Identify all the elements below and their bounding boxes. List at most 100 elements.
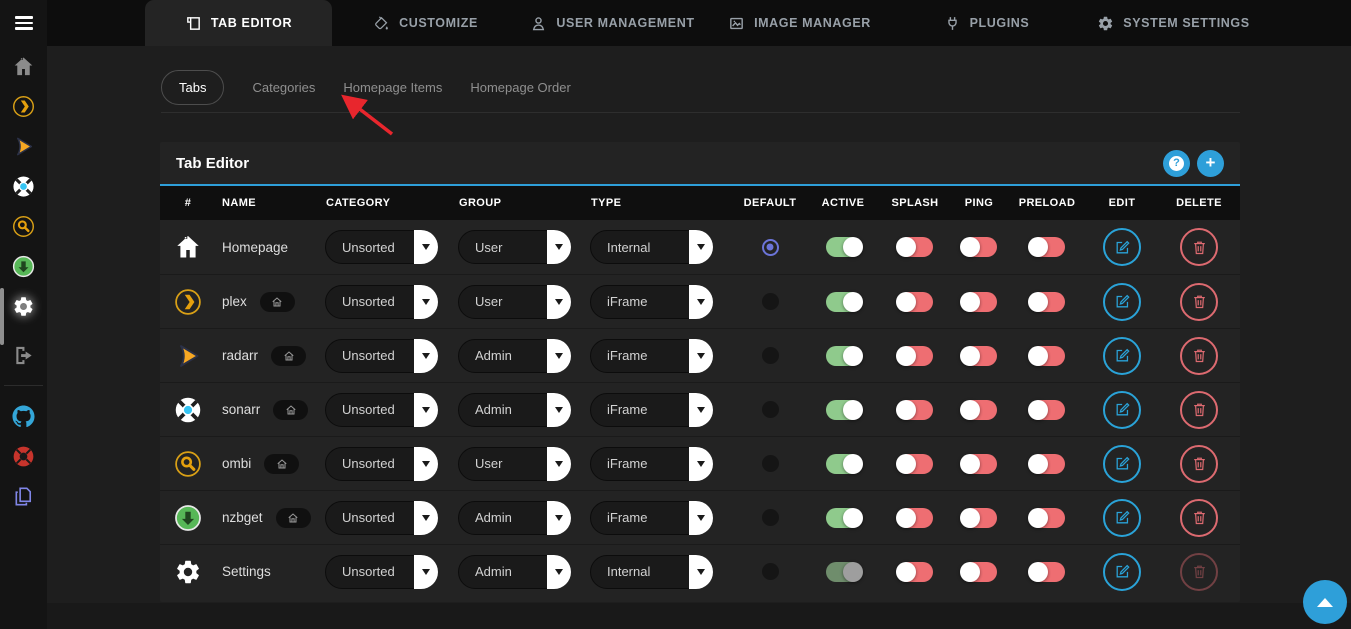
category-select[interactable]: Unsorted [325, 339, 438, 373]
tab-user-management[interactable]: USER MANAGEMENT [519, 0, 706, 46]
tab-customize[interactable]: CUSTOMIZE [332, 0, 519, 46]
splash-toggle[interactable] [898, 454, 933, 474]
delete-button[interactable] [1180, 553, 1218, 591]
active-toggle[interactable] [826, 400, 861, 420]
delete-button[interactable] [1180, 499, 1218, 537]
add-tab-button[interactable]: + [1197, 150, 1224, 177]
splash-toggle[interactable] [898, 237, 933, 257]
ping-toggle[interactable] [962, 292, 997, 312]
default-radio[interactable] [762, 455, 779, 472]
type-select[interactable]: iFrame [590, 447, 713, 481]
preload-toggle[interactable] [1030, 292, 1065, 312]
splash-toggle[interactable] [898, 292, 933, 312]
active-toggle[interactable] [826, 508, 861, 528]
hamburger-menu-button[interactable] [0, 0, 47, 46]
edit-button[interactable] [1103, 391, 1141, 429]
delete-button[interactable] [1180, 337, 1218, 375]
help-button[interactable]: ? [1163, 150, 1190, 177]
sidebar-item-settings[interactable] [0, 286, 47, 326]
splash-toggle[interactable] [898, 508, 933, 528]
category-select[interactable]: Unsorted [325, 285, 438, 319]
sidebar-item-plex[interactable] [0, 86, 47, 126]
subtab-categories[interactable]: Categories [252, 71, 315, 104]
default-radio[interactable] [762, 347, 779, 364]
edit-button[interactable] [1103, 499, 1141, 537]
subtab-homepage-order[interactable]: Homepage Order [470, 71, 570, 104]
group-select[interactable]: User [458, 285, 571, 319]
edit-button[interactable] [1103, 445, 1141, 483]
ping-toggle[interactable] [962, 562, 997, 582]
active-toggle[interactable] [826, 292, 861, 312]
active-toggle[interactable] [826, 562, 861, 582]
active-cell [806, 292, 880, 312]
preload-toggle[interactable] [1030, 508, 1065, 528]
tab-tab-editor[interactable]: TAB EDITOR [145, 0, 332, 46]
edit-button[interactable] [1103, 337, 1141, 375]
edit-cell [1086, 553, 1158, 591]
active-toggle[interactable] [826, 346, 861, 366]
group-select[interactable]: Admin [458, 501, 571, 535]
delete-cell [1158, 445, 1240, 483]
sidebar-scrollbar[interactable] [0, 288, 4, 345]
type-select[interactable]: iFrame [590, 393, 713, 427]
group-select[interactable]: User [458, 447, 571, 481]
scroll-to-top-button[interactable] [1303, 580, 1347, 624]
preload-toggle[interactable] [1030, 454, 1065, 474]
group-select[interactable]: User [458, 230, 571, 264]
edit-button[interactable] [1103, 553, 1141, 591]
tab-plugins[interactable]: PLUGINS [893, 0, 1080, 46]
sidebar-item-ombi[interactable] [0, 206, 47, 246]
default-radio[interactable] [762, 293, 779, 310]
default-radio[interactable] [762, 563, 779, 580]
group-select[interactable]: Admin [458, 393, 571, 427]
preload-toggle[interactable] [1030, 562, 1065, 582]
delete-button[interactable] [1180, 283, 1218, 321]
sidebar-item-nzbget[interactable] [0, 246, 47, 286]
preload-toggle[interactable] [1030, 346, 1065, 366]
default-radio[interactable] [762, 239, 779, 256]
sidebar-item-home[interactable] [0, 46, 47, 86]
edit-button[interactable] [1103, 283, 1141, 321]
ping-toggle[interactable] [962, 508, 997, 528]
type-select[interactable]: iFrame [590, 501, 713, 535]
tab-system-settings[interactable]: SYSTEM SETTINGS [1080, 0, 1267, 46]
preload-toggle[interactable] [1030, 400, 1065, 420]
type-select[interactable]: Internal [590, 555, 713, 589]
delete-button[interactable] [1180, 391, 1218, 429]
group-select[interactable]: Admin [458, 555, 571, 589]
default-radio[interactable] [762, 401, 779, 418]
type-select[interactable]: iFrame [590, 339, 713, 373]
subtab-homepage-items[interactable]: Homepage Items [343, 71, 442, 104]
active-toggle[interactable] [826, 454, 861, 474]
settings-gear-icon [174, 558, 202, 586]
sidebar-item-sonarr[interactable] [0, 166, 47, 206]
ping-toggle[interactable] [962, 454, 997, 474]
splash-toggle[interactable] [898, 400, 933, 420]
ping-toggle[interactable] [962, 346, 997, 366]
subtab-tabs[interactable]: Tabs [161, 70, 224, 105]
sidebar-item-radarr[interactable] [0, 126, 47, 166]
group-select[interactable]: Admin [458, 339, 571, 373]
category-select[interactable]: Unsorted [325, 555, 438, 589]
category-select[interactable]: Unsorted [325, 230, 438, 264]
splash-toggle[interactable] [898, 346, 933, 366]
delete-button[interactable] [1180, 228, 1218, 266]
sidebar-item-docs[interactable] [0, 476, 47, 516]
sidebar-item-logout[interactable] [0, 335, 47, 375]
category-select[interactable]: Unsorted [325, 501, 438, 535]
category-select[interactable]: Unsorted [325, 393, 438, 427]
splash-toggle[interactable] [898, 562, 933, 582]
sidebar-item-github[interactable] [0, 396, 47, 436]
category-select[interactable]: Unsorted [325, 447, 438, 481]
sidebar-item-support[interactable] [0, 436, 47, 476]
ping-toggle[interactable] [962, 237, 997, 257]
type-select[interactable]: Internal [590, 230, 713, 264]
ping-toggle[interactable] [962, 400, 997, 420]
delete-button[interactable] [1180, 445, 1218, 483]
default-radio[interactable] [762, 509, 779, 526]
active-toggle[interactable] [826, 237, 861, 257]
tab-image-manager[interactable]: IMAGE MANAGER [706, 0, 893, 46]
edit-button[interactable] [1103, 228, 1141, 266]
preload-toggle[interactable] [1030, 237, 1065, 257]
type-select[interactable]: iFrame [590, 285, 713, 319]
